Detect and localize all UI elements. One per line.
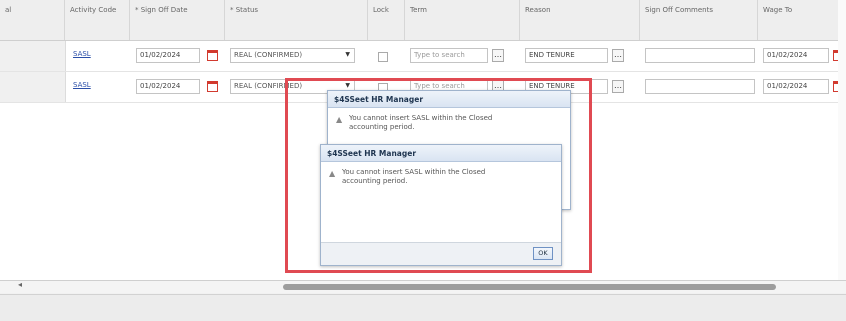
ellipsis-icon: … (614, 50, 622, 59)
row-stub (0, 41, 66, 71)
header-wage-to-label: Wage To (763, 6, 793, 14)
reason-lookup-button[interactable]: … (612, 49, 624, 62)
header-status-label: * Status (230, 6, 259, 14)
activity-code-link[interactable]: SASL (73, 50, 91, 65)
sign-off-comments-input[interactable] (645, 79, 755, 94)
lock-checkbox[interactable] (378, 52, 388, 62)
header-term-label: Term (410, 6, 427, 14)
wage-to-input[interactable]: 01/02/2024 (763, 79, 829, 94)
right-edge (838, 0, 846, 280)
sign-off-date-input[interactable]: 01/02/2024 (136, 48, 200, 63)
status-select[interactable]: REAL (CONFIRMED) ▼ (230, 48, 355, 63)
header-lock[interactable]: Lock (368, 0, 405, 40)
highlight-box (285, 78, 592, 273)
sign-off-date-input[interactable]: 01/02/2024 (136, 79, 200, 94)
calendar-icon[interactable] (207, 50, 218, 61)
data-grid: al Activity Code * Sign Off Date * Statu… (0, 0, 846, 281)
header-lock-label: Lock (373, 6, 389, 14)
header-sign-off-date[interactable]: * Sign Off Date (130, 0, 225, 40)
scroll-left-arrow-icon[interactable]: ◂ (18, 280, 22, 289)
wage-to-input[interactable]: 01/02/2024 (763, 48, 829, 63)
header-activity-code-label: Activity Code (70, 6, 117, 14)
header-stub-label: al (5, 6, 12, 14)
header-status[interactable]: * Status (225, 0, 368, 40)
term-lookup-button[interactable]: … (492, 49, 504, 62)
header-sign-off-comments-label: Sign Off Comments (645, 6, 713, 14)
header-stub: al (0, 0, 65, 40)
table-row: SASL 01/02/2024 REAL (CONFIRMED) ▼ Type … (0, 41, 846, 72)
term-search-input[interactable]: Type to search (410, 48, 488, 63)
calendar-icon[interactable] (207, 81, 218, 92)
header-activity-code[interactable]: Activity Code (65, 0, 130, 40)
chevron-down-icon: ▼ (345, 51, 350, 58)
ellipsis-icon: … (614, 81, 622, 90)
header-reason-label: Reason (525, 6, 551, 14)
activity-code-link[interactable]: SASL (73, 81, 91, 96)
header-term[interactable]: Term (405, 0, 520, 40)
header-sign-off-date-label: * Sign Off Date (135, 6, 188, 14)
status-select-value: REAL (CONFIRMED) (234, 51, 303, 59)
reason-input[interactable]: END TENURE (525, 48, 608, 63)
header-sign-off-comments[interactable]: Sign Off Comments (640, 0, 758, 40)
grid-header: al Activity Code * Sign Off Date * Statu… (0, 0, 846, 41)
header-reason[interactable]: Reason (520, 0, 640, 40)
row-stub (0, 72, 66, 102)
reason-lookup-button[interactable]: … (612, 80, 624, 93)
ellipsis-icon: … (494, 50, 502, 59)
header-wage-to[interactable]: Wage To (758, 0, 846, 40)
bottom-bar (0, 294, 846, 321)
scrollbar-thumb[interactable] (283, 284, 776, 290)
sign-off-comments-input[interactable] (645, 48, 755, 63)
